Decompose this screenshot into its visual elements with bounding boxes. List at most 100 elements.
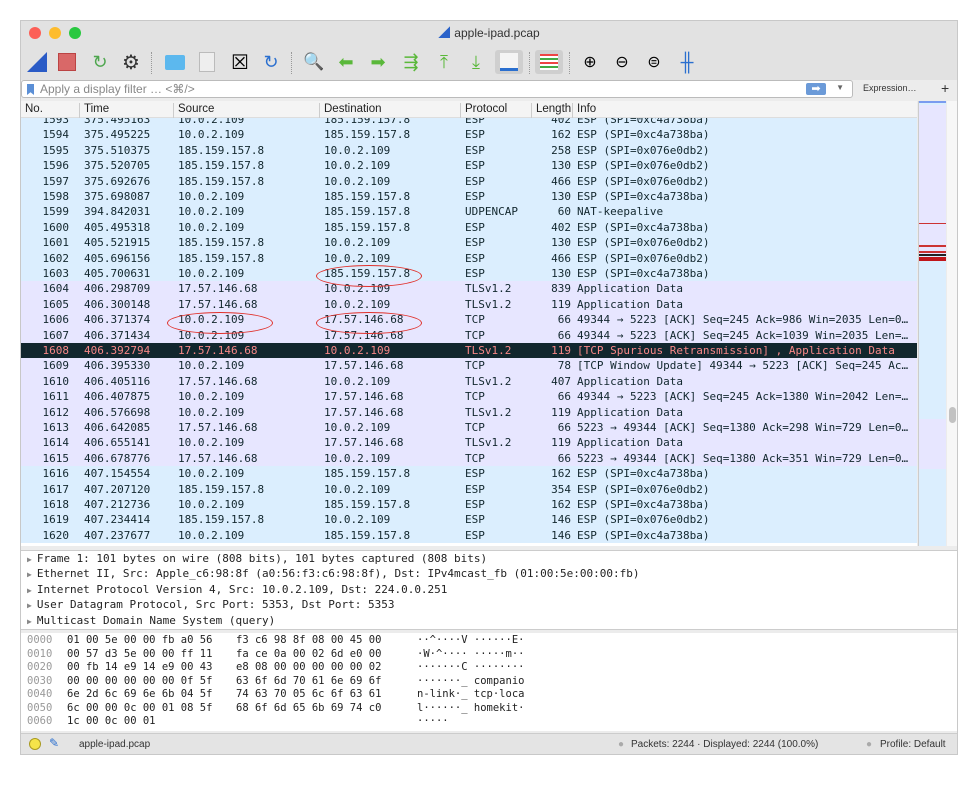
expand-arrow-icon[interactable]: ▶: [27, 601, 32, 610]
packet-row[interactable]: 1617 407.207120 185.159.157.8 10.0.2.109 ESP…: [21, 481, 917, 497]
expand-arrow-icon[interactable]: ▶: [27, 586, 32, 595]
display-filter-input[interactable]: Apply a display filter … <⌘/> ➡ ▼: [21, 80, 853, 98]
packet-length: 466: [551, 251, 571, 265]
expand-arrow-icon[interactable]: ▶: [27, 570, 32, 579]
packet-row[interactable]: 1612 406.576698 10.0.2.109 17.57.146.68 TLSv…: [21, 404, 917, 420]
filter-dropdown-icon[interactable]: ▼: [836, 83, 844, 92]
packet-info: ESP (SPI=0x076e0db2): [577, 236, 710, 250]
expand-arrow-icon[interactable]: ▶: [27, 617, 32, 626]
tree-item-label: User Datagram Protocol, Src Port: 5353, …: [36, 598, 395, 612]
shark-fin-start-icon[interactable]: [25, 50, 49, 74]
tree-item-mdns[interactable]: ▶ Multicast Domain Name System (query): [21, 614, 957, 629]
hex-line[interactable]: 0040 6e 2d 6c 69 6e 6b 04 5f 74 63 70 05 6…: [21, 688, 957, 702]
capture-options-icon[interactable]: ⚙: [119, 50, 143, 74]
column-header-no[interactable]: No.: [21, 103, 43, 118]
go-back-icon[interactable]: ⬅: [334, 50, 358, 74]
column-header-destination[interactable]: Destination: [319, 103, 382, 118]
packet-protocol: TLSv1.2: [465, 344, 512, 357]
tree-item-udp[interactable]: ▶ User Datagram Protocol, Src Port: 5353,…: [21, 598, 957, 613]
hex-bytes: 6c 00 00 0c 00 01 08 5f: [67, 701, 213, 714]
packet-row[interactable]: 1602 405.696156 185.159.157.8 10.0.2.109 ESP…: [21, 250, 917, 266]
packet-length: 66: [557, 328, 571, 342]
packet-row[interactable]: 1620 407.237677 10.0.2.109 185.159.157.8 ESP…: [21, 527, 917, 544]
column-header-info[interactable]: Info: [572, 103, 596, 118]
packet-row[interactable]: 1601 405.521915 185.159.157.8 10.0.2.109 ESP…: [21, 235, 917, 251]
go-forward-icon[interactable]: ➡: [366, 50, 390, 74]
hex-line[interactable]: 0060 1c 00 0c 00 01 ·····: [21, 715, 957, 729]
tree-item-frame[interactable]: ▶ Frame 1: 101 bytes on wire (808 bits), …: [21, 552, 957, 567]
open-folder-icon[interactable]: [163, 50, 187, 74]
column-header-length[interactable]: Length: [531, 103, 571, 118]
packet-no: 1605: [42, 297, 70, 311]
scrollbar-thumb[interactable]: [949, 407, 956, 423]
packet-list-scrollbar[interactable]: [947, 101, 957, 546]
autoscroll-icon[interactable]: [495, 50, 523, 74]
last-packet-icon[interactable]: ⤓: [464, 50, 488, 74]
bookmark-icon[interactable]: [27, 84, 34, 95]
packet-row[interactable]: 1614 406.655141 10.0.2.109 17.57.146.68 TLSv…: [21, 435, 917, 451]
hex-line[interactable]: 0000 01 00 5e 00 00 fb a0 56 f3 c6 98 8f 0…: [21, 634, 957, 648]
hex-line[interactable]: 0050 6c 00 00 0c 00 01 08 5f 68 6f 6d 65 6…: [21, 702, 957, 716]
packet-info: 49344 → 5223 [ACK] Seq=245 Ack=1039 Win=…: [577, 328, 909, 342]
packet-row[interactable]: 1605 406.300148 17.57.146.68 10.0.2.109 TLSv…: [21, 296, 917, 313]
packet-row[interactable]: 1606 406.371374 10.0.2.109 17.57.146.68 TCP 6…: [21, 312, 917, 328]
find-icon[interactable]: 🔍: [302, 50, 326, 74]
zoom-out-icon[interactable]: ⊖: [610, 50, 634, 74]
packet-no: 1612: [42, 405, 70, 419]
packet-row[interactable]: 1615 406.678776 17.57.146.68 10.0.2.109 TCP 6…: [21, 450, 917, 467]
packet-row[interactable]: 1611 406.407875 10.0.2.109 17.57.146.68 TCP 6…: [21, 389, 917, 405]
reload-icon[interactable]: ↻: [259, 50, 283, 74]
packet-row[interactable]: 1600 405.495318 10.0.2.109 185.159.157.8 ESP…: [21, 219, 917, 236]
edit-comment-icon[interactable]: ✎: [49, 736, 59, 750]
packet-destination: 10.0.2.109: [324, 143, 391, 157]
first-packet-icon[interactable]: ⤒: [432, 50, 456, 74]
packet-row[interactable]: 1603 405.700631 10.0.2.109 185.159.157.8 ESP…: [21, 266, 917, 282]
hex-ascii: ·······_ companio: [417, 674, 525, 687]
zoom-in-icon[interactable]: ⊕: [578, 50, 602, 74]
column-header-protocol[interactable]: Protocol: [460, 103, 507, 118]
hex-line[interactable]: 0010 00 57 d3 5e 00 00 ff 11 fa ce 0a 00 0…: [21, 648, 957, 662]
packet-time: 406.576698: [84, 405, 151, 419]
packet-row[interactable]: 1598 375.698087 10.0.2.109 185.159.157.8 ESP…: [21, 189, 917, 205]
save-file-icon[interactable]: [195, 50, 219, 74]
packet-row[interactable]: 1593 375.495163 10.0.2.109 185.159.157.8 ESP…: [21, 118, 917, 128]
column-header-time[interactable]: Time: [79, 103, 109, 118]
tree-item-ipv4[interactable]: ▶ Internet Protocol Version 4, Src: 10.0.…: [21, 583, 957, 598]
packet-row[interactable]: 1609 406.395330 10.0.2.109 17.57.146.68 TCP 7…: [21, 358, 917, 374]
expert-info-icon[interactable]: [29, 738, 41, 750]
column-header-source[interactable]: Source: [173, 103, 214, 118]
packet-row[interactable]: 1608 406.392794 17.57.146.68 10.0.2.109 TLSv…: [21, 343, 917, 359]
restart-capture-icon[interactable]: ↻: [88, 50, 112, 74]
packet-time: 407.212736: [84, 498, 151, 511]
zoom-normal-icon[interactable]: ⊜: [642, 50, 666, 74]
packet-row[interactable]: 1595 375.510375 185.159.157.8 10.0.2.109 ESP…: [21, 142, 917, 159]
colorize-icon[interactable]: [535, 50, 563, 74]
expand-arrow-icon[interactable]: ▶: [27, 555, 32, 564]
packet-row[interactable]: 1616 407.154554 10.0.2.109 185.159.157.8 ESP…: [21, 466, 917, 482]
status-profile[interactable]: Profile: Default: [880, 739, 946, 750]
go-to-packet-icon[interactable]: ⇶: [399, 50, 423, 74]
packet-row[interactable]: 1619 407.234414 185.159.157.8 10.0.2.109 ESP…: [21, 512, 917, 528]
packet-protocol: TLSv1.2: [465, 436, 512, 450]
packet-row[interactable]: 1618 407.212736 10.0.2.109 185.159.157.8 ESP…: [21, 497, 917, 513]
stop-icon[interactable]: [55, 50, 79, 74]
packet-row[interactable]: 1604 406.298709 17.57.146.68 10.0.2.109 TLSv…: [21, 281, 917, 297]
apply-filter-button[interactable]: ➡: [806, 83, 826, 95]
packet-row[interactable]: 1613 406.642085 17.57.146.68 10.0.2.109 TCP 6…: [21, 420, 917, 436]
tree-item-ethernet[interactable]: ▶ Ethernet II, Src: Apple_c6:98:8f (a0:56…: [21, 567, 957, 582]
hex-line[interactable]: 0020 00 fb 14 e9 14 e9 00 43 e8 08 00 00 0…: [21, 661, 957, 675]
hex-line[interactable]: 0030 00 00 00 00 00 00 0f 5f 63 6f 6d 70 6…: [21, 675, 957, 689]
packet-row[interactable]: 1596 375.520705 185.159.157.8 10.0.2.109 ESP…: [21, 158, 917, 174]
packet-no: 1602: [42, 251, 70, 265]
packet-length: 119: [551, 405, 571, 419]
packet-row[interactable]: 1599 394.842031 10.0.2.109 185.159.157.8 UDP…: [21, 204, 917, 220]
packet-minimap[interactable]: [918, 101, 946, 546]
resize-columns-icon[interactable]: ╫: [675, 50, 699, 74]
packet-row[interactable]: 1594 375.495225 10.0.2.109 185.159.157.8 ESP…: [21, 127, 917, 143]
add-filter-button[interactable]: +: [941, 80, 949, 96]
packet-row[interactable]: 1607 406.371434 10.0.2.109 17.57.146.68 TCP 6…: [21, 327, 917, 343]
packet-row[interactable]: 1597 375.692676 185.159.157.8 10.0.2.109 ESP…: [21, 173, 917, 189]
packet-row[interactable]: 1610 406.405116 17.57.146.68 10.0.2.109 TLSv…: [21, 373, 917, 390]
expression-button[interactable]: Expression…: [863, 83, 917, 93]
close-file-icon[interactable]: ☒: [228, 50, 252, 74]
